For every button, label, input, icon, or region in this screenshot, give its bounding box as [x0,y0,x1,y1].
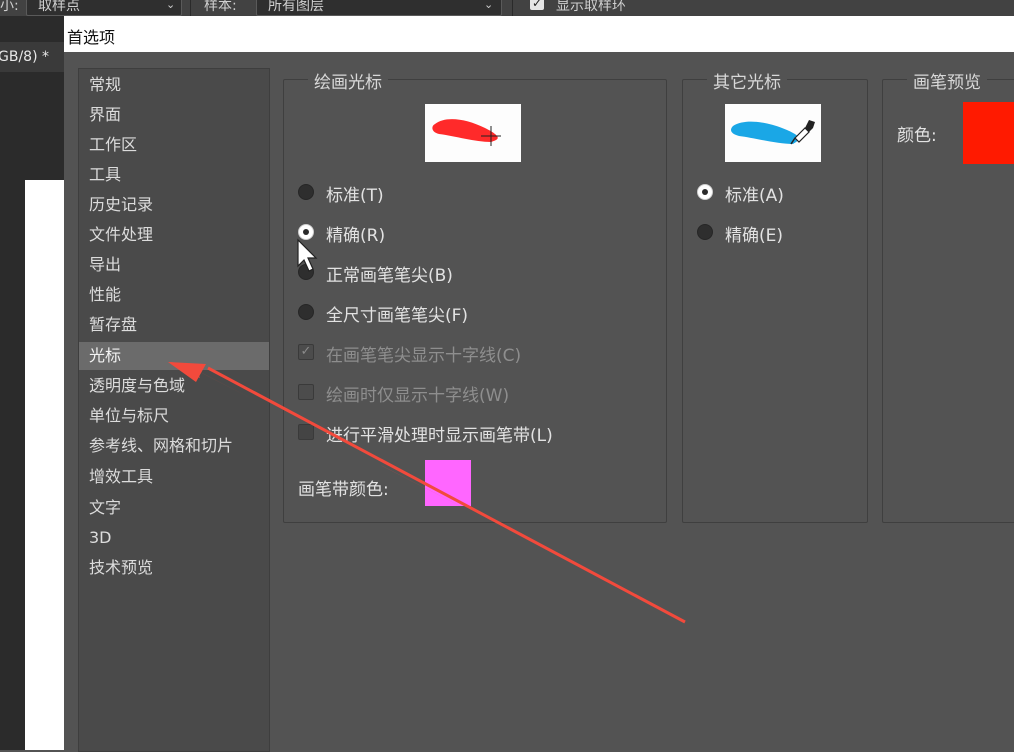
brush-preview-group: 画笔预览 颜色: [882,68,1014,523]
brush-preview-color-label: 颜色: [897,126,937,146]
dialog-title: 首选项 [67,28,116,47]
nav-item-plugins[interactable]: 增效工具 [79,463,269,491]
painting-cursors-group: 绘画光标 标准(T) 精确(R) 正常画笔笔尖(B) 全尺寸画笔笔尖(F) ✓ … [283,68,667,523]
radio-other-standard-a[interactable] [697,184,713,200]
radio-normal-brush-tip[interactable] [298,264,314,280]
dialog-titlebar[interactable]: 首选项 [64,16,1014,52]
checkbox-crosshair-while-painting-label: 绘画时仅显示十字线(W) [326,386,510,406]
checkbox-show-crosshair[interactable]: ✓ [298,344,314,360]
nav-item-3d[interactable]: 3D [79,524,269,552]
other-cursors-group: 其它光标 标准(A) 精确(E) [682,68,868,523]
nav-item-guides-grid[interactable]: 参考线、网格和切片 [79,432,269,460]
option-other-precise-e-label: 精确(E) [725,226,784,246]
show-ring-checkbox[interactable]: ✓ [530,0,544,10]
option-normal-brush-tip-label: 正常画笔笔尖(B) [326,266,453,286]
red-brush-stroke-crosshair-icon [432,119,501,146]
nav-item-file-handling[interactable]: 文件处理 [79,221,269,249]
nav-item-performance[interactable]: 性能 [79,281,269,309]
preferences-dialog: 首选项 常规 界面 工作区 工具 历史记录 文件处理 导出 性能 暂存盘 光标 … [64,16,1014,752]
options-bar: 小: 取样点 ⌄ 样本: 所有图层 ⌄ ✓ 显示取样环 [0,0,1014,16]
chevron-down-icon: ⌄ [484,0,494,11]
painting-cursors-title: 绘画光标 [308,68,388,93]
nav-item-general[interactable]: 常规 [79,71,269,99]
nav-item-units-rulers[interactable]: 单位与标尺 [79,402,269,430]
nav-item-tools[interactable]: 工具 [79,161,269,189]
radio-other-precise-e[interactable] [697,224,713,240]
nav-item-scratch-disks[interactable]: 暂存盘 [79,311,269,339]
brush-preview-title: 画笔预览 [907,68,987,93]
separator [190,0,191,16]
checkbox-show-crosshair-label: 在画笔笔尖显示十字线(C) [326,346,522,366]
nav-item-transparency[interactable]: 透明度与色域 [79,372,269,400]
blue-stroke-eyedropper-icon [731,120,815,145]
radio-precise-r[interactable] [298,224,314,240]
option-other-standard-a-label: 标准(A) [725,186,784,206]
checkbox-show-brush-leash-label: 进行平滑处理时显示画笔带(L) [326,426,553,446]
brush-preview-color-swatch[interactable] [963,102,1014,164]
other-cursor-preview [725,104,821,162]
nav-item-export[interactable]: 导出 [79,251,269,279]
option-precise-r-label: 精确(R) [326,226,386,246]
sample-size-value: 取样点 [38,0,80,14]
painting-cursor-preview [425,104,521,162]
sample-size-label: 小: [0,0,19,14]
brush-leash-color-swatch[interactable] [425,460,471,506]
chevron-down-icon: ⌄ [166,0,176,11]
nav-item-type[interactable]: 文字 [79,494,269,522]
radio-standard-t[interactable] [298,184,314,200]
nav-item-interface[interactable]: 界面 [79,101,269,129]
other-cursors-title: 其它光标 [707,68,787,93]
nav-item-history[interactable]: 历史记录 [79,191,269,219]
checkbox-crosshair-while-painting[interactable] [298,384,314,400]
sample-label: 样本: [204,0,237,14]
show-ring-label: 显示取样环 [556,0,626,14]
nav-item-cursors[interactable]: 光标 [79,342,269,370]
sample-value: 所有图层 [268,0,324,14]
nav-item-tech-preview[interactable]: 技术预览 [79,554,269,582]
canvas[interactable] [25,180,64,750]
brush-leash-color-label: 画笔带颜色: [298,480,389,500]
preferences-nav: 常规 界面 工作区 工具 历史记录 文件处理 导出 性能 暂存盘 光标 透明度与… [78,68,270,752]
option-standard-t-label: 标准(T) [326,186,384,206]
radio-full-size-brush-tip[interactable] [298,304,314,320]
option-full-size-brush-tip-label: 全尺寸画笔笔尖(F) [326,306,469,326]
nav-item-workspace[interactable]: 工作区 [79,131,269,159]
checkbox-show-brush-leash[interactable] [298,424,314,440]
document-tab[interactable]: GB/8) * [0,42,64,72]
separator [512,0,513,16]
